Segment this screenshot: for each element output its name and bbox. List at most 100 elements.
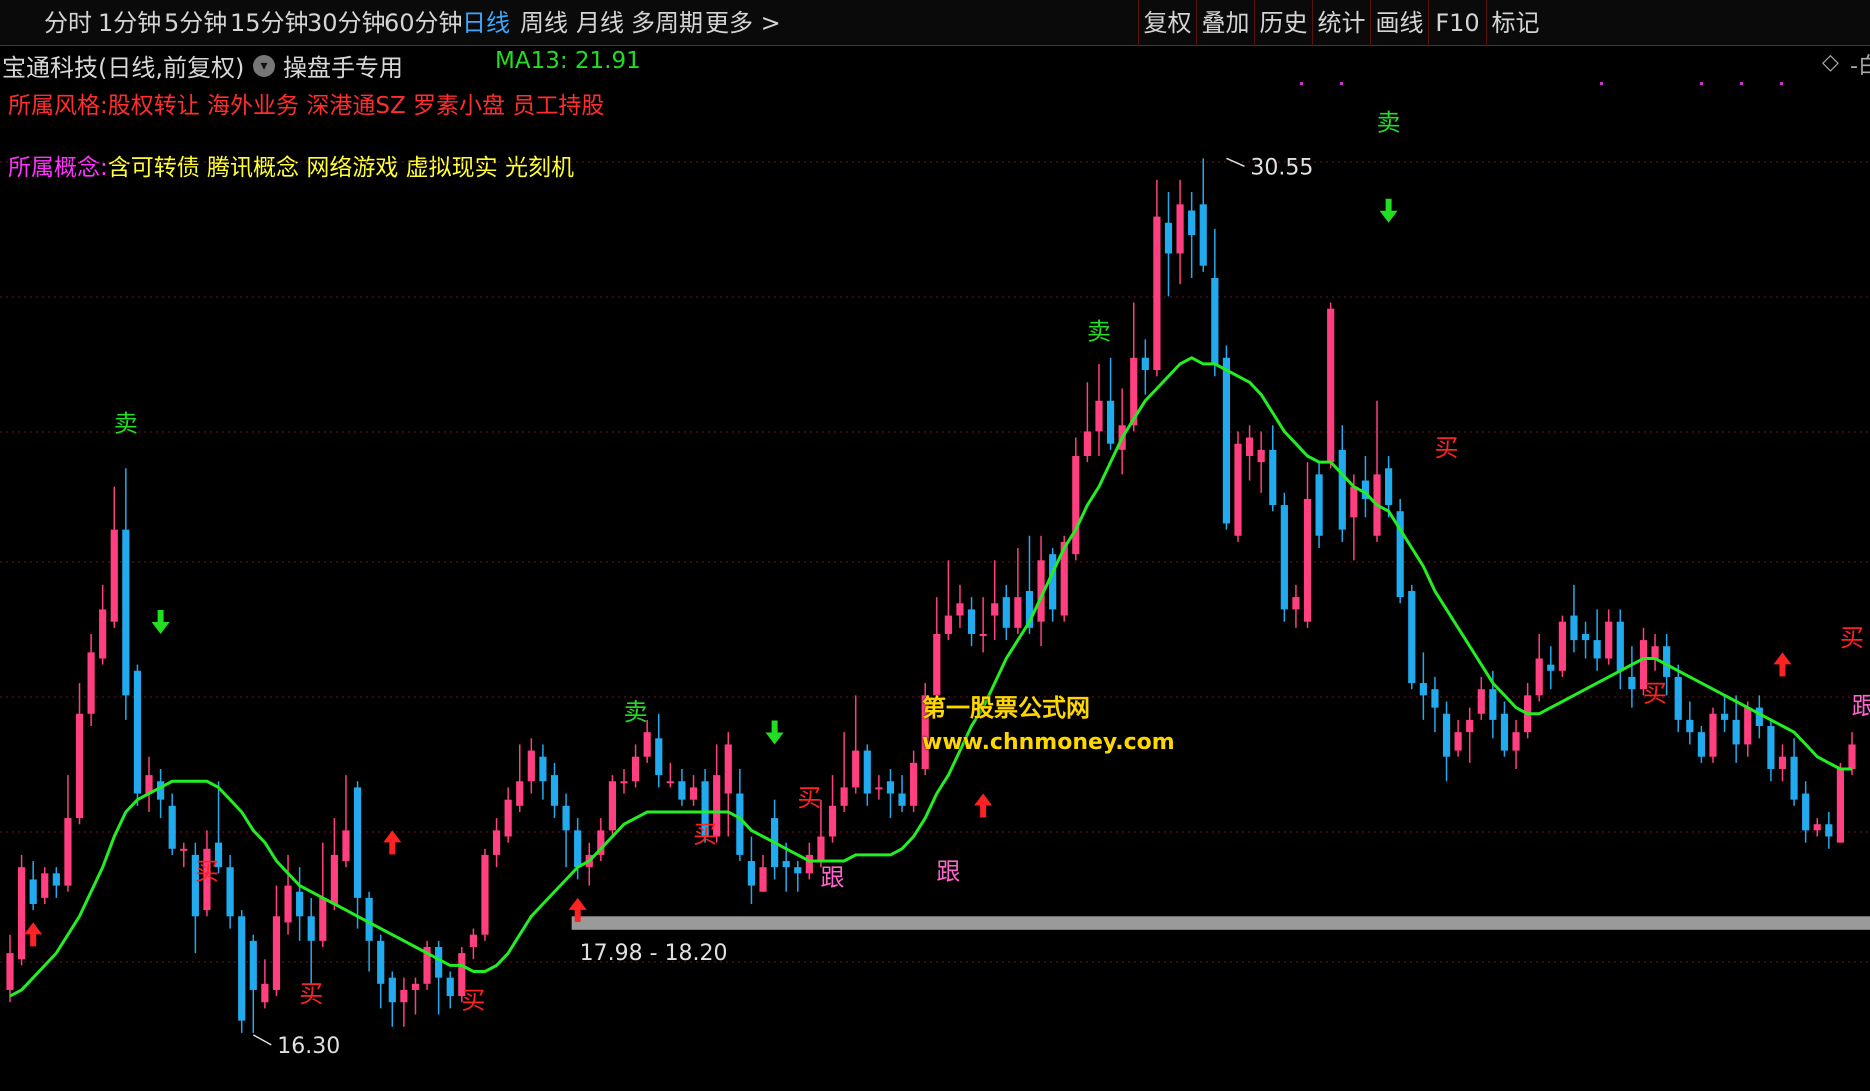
candle-down[interactable] — [550, 775, 559, 806]
candle-up[interactable] — [1257, 449, 1265, 463]
tab-1min[interactable]: 1分钟 — [98, 6, 161, 40]
candle-down[interactable] — [1570, 615, 1578, 641]
candle-up[interactable] — [17, 867, 26, 960]
candle-up[interactable] — [110, 529, 118, 622]
candle-up[interactable] — [689, 787, 698, 800]
candle-up[interactable] — [319, 897, 327, 941]
candle-up[interactable] — [6, 953, 14, 990]
candle-down[interactable] — [655, 738, 663, 776]
candle-up[interactable] — [933, 633, 941, 696]
candle-up[interactable] — [504, 799, 512, 837]
candle-up[interactable] — [1327, 308, 1335, 463]
candle-down[interactable] — [794, 867, 802, 874]
tab-multi-period[interactable]: 多周期 — [631, 6, 703, 40]
candle-up[interactable] — [1234, 443, 1242, 536]
stats-button[interactable]: 统计 — [1312, 0, 1370, 46]
candle-down[interactable] — [782, 861, 790, 868]
candle-down[interactable] — [1500, 713, 1509, 751]
candle-up[interactable] — [608, 781, 617, 831]
candle-down[interactable] — [1697, 732, 1705, 757]
candle-up[interactable] — [41, 873, 49, 898]
candle-up[interactable] — [272, 916, 281, 990]
candle-down[interactable] — [736, 793, 744, 855]
candle-down[interactable] — [1547, 664, 1555, 671]
tab-60min[interactable]: 60分钟 — [384, 6, 463, 40]
candle-down[interactable] — [747, 861, 756, 886]
history-button[interactable]: 历史 — [1254, 0, 1312, 46]
candle-up[interactable] — [1512, 732, 1520, 751]
candle-down[interactable] — [574, 830, 582, 868]
candle-down[interactable] — [1674, 676, 1682, 720]
candle-down[interactable] — [377, 940, 385, 984]
formula-name[interactable]: 操盘手专用 — [283, 48, 403, 83]
candle-down[interactable] — [1628, 676, 1636, 690]
candle-down[interactable] — [1315, 474, 1323, 536]
candle-down[interactable] — [863, 750, 871, 794]
candle-down[interactable] — [1489, 689, 1497, 720]
candle-up[interactable] — [1245, 437, 1254, 456]
candle-up[interactable] — [1744, 707, 1752, 745]
candle-down[interactable] — [133, 670, 142, 794]
candle-up[interactable] — [875, 787, 883, 790]
candle-down[interactable] — [226, 867, 234, 917]
candle-up[interactable] — [469, 934, 477, 947]
tab-5min[interactable]: 5分钟 — [164, 6, 227, 40]
candle-up[interactable] — [1303, 498, 1312, 622]
candle-up[interactable] — [979, 633, 987, 636]
candle-up[interactable] — [1778, 756, 1787, 769]
tab-weekly[interactable]: 周线 — [520, 6, 568, 40]
candlestick-chart[interactable]: 17.98 - 18.2030.5516.30卖卖卖卖买买买买买买买买买跟跟跟 — [0, 82, 1870, 1091]
candle-down[interactable] — [1408, 591, 1416, 684]
candle-down[interactable] — [1686, 719, 1694, 733]
candle-up[interactable] — [1605, 621, 1613, 659]
candle-up[interactable] — [1176, 204, 1184, 254]
candle-down[interactable] — [1419, 683, 1427, 696]
candle-up[interactable] — [1153, 216, 1161, 371]
candle-down[interactable] — [1211, 277, 1219, 364]
candle-up[interactable] — [75, 713, 84, 819]
mark-button[interactable]: 标记 — [1486, 0, 1544, 46]
candle-down[interactable] — [307, 916, 315, 941]
candle-down[interactable] — [678, 781, 686, 800]
candle-up[interactable] — [1477, 689, 1485, 714]
candle-down[interactable] — [1338, 449, 1346, 530]
candle-up[interactable] — [516, 781, 524, 806]
stock-title[interactable]: 宝通科技(日线,前复权) — [2, 48, 244, 83]
candle-down[interactable] — [886, 781, 895, 794]
diamond-icon[interactable]: ◇ — [1822, 50, 1839, 75]
candle-down[interactable] — [52, 873, 60, 886]
candle-up[interactable] — [1083, 431, 1091, 456]
candle-up[interactable] — [492, 830, 501, 855]
candle-up[interactable] — [180, 848, 188, 851]
candle-down[interactable] — [898, 793, 906, 806]
candle-up[interactable] — [852, 750, 860, 788]
tab-intraday[interactable]: 分时 — [44, 6, 92, 40]
candle-up[interactable] — [643, 732, 651, 757]
candle-up[interactable] — [1709, 713, 1717, 757]
adjust-button[interactable]: 复权 — [1138, 0, 1196, 46]
candle-down[interactable] — [1280, 505, 1288, 610]
candle-down[interactable] — [238, 916, 246, 1021]
candle-down[interactable] — [1106, 400, 1115, 444]
candle-up[interactable] — [1558, 621, 1566, 671]
chevron-down-icon[interactable]: ▾ — [253, 55, 275, 77]
candle-up[interactable] — [1095, 400, 1103, 432]
candle-down[interactable] — [365, 897, 373, 941]
candle-up[interactable] — [1466, 719, 1474, 733]
candle-up[interactable] — [828, 805, 837, 837]
candle-down[interactable] — [353, 787, 362, 898]
candle-up[interactable] — [1535, 658, 1543, 696]
candle-down[interactable] — [1188, 210, 1196, 236]
candle-up[interactable] — [1813, 824, 1821, 831]
candle-down[interactable] — [1616, 621, 1624, 671]
candle-up[interactable] — [991, 603, 999, 616]
candle-up[interactable] — [99, 609, 107, 659]
tab-monthly[interactable]: 月线 — [576, 6, 624, 40]
candle-up[interactable] — [1651, 646, 1659, 659]
candle-up[interactable] — [87, 652, 95, 714]
candle-up[interactable] — [805, 854, 813, 874]
candle-up[interactable] — [1454, 732, 1462, 751]
candle-up[interactable] — [817, 836, 825, 862]
candle-down[interactable] — [1663, 646, 1671, 677]
candle-down[interactable] — [1049, 554, 1057, 610]
